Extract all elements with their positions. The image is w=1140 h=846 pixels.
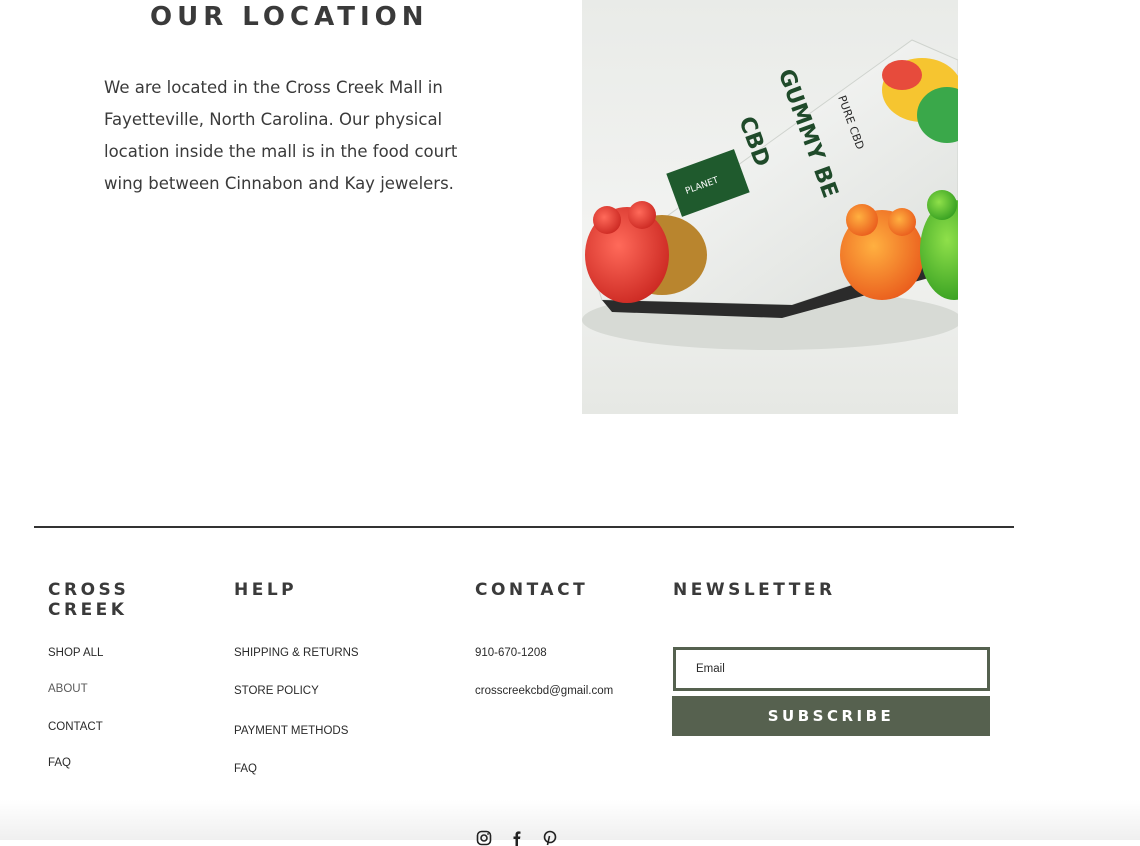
package-text-cbd: CBD (733, 113, 774, 170)
subscribe-button[interactable]: SUBSCRIBE (672, 696, 990, 736)
facebook-icon[interactable] (509, 830, 525, 846)
contact-title: CONTACT (475, 580, 589, 600)
contact-email[interactable]: crosscreekcbd@gmail.com (475, 685, 613, 697)
footer-link-shop-all[interactable]: SHOP ALL (48, 647, 103, 659)
brand-title-line2: CREEK (48, 600, 128, 620)
footer-link-about[interactable]: ABOUT (48, 683, 88, 695)
footer-link-faq[interactable]: FAQ (48, 757, 71, 769)
location-title: OUR LOCATION (150, 2, 429, 32)
contact-phone[interactable]: 910-670-1208 (475, 647, 547, 659)
footer-bottom-band (0, 800, 1140, 840)
pinterest-icon[interactable] (542, 830, 558, 846)
footer-link-payment-methods[interactable]: PAYMENT METHODS (234, 725, 348, 737)
newsletter-title: NEWSLETTER (673, 580, 836, 600)
brand-title: CROSS CREEK (48, 580, 129, 620)
help-title: HELP (234, 580, 298, 600)
instagram-icon[interactable] (476, 830, 492, 846)
footer-link-help-faq[interactable]: FAQ (234, 763, 257, 775)
product-photo: PLANET CBD GUMMY BE PURE CBD (582, 0, 958, 414)
footer-link-contact[interactable]: CONTACT (48, 721, 103, 733)
newsletter-email-field (673, 647, 990, 691)
location-description: We are located in the Cross Creek Mall i… (104, 78, 458, 193)
footer-link-store-policy[interactable]: STORE POLICY (234, 685, 319, 697)
newsletter-email-input[interactable] (676, 650, 987, 688)
brand-title-line1: CROSS (48, 580, 130, 600)
footer-link-shipping-returns[interactable]: SHIPPING & RETURNS (234, 647, 359, 659)
footer-divider (34, 526, 1014, 528)
